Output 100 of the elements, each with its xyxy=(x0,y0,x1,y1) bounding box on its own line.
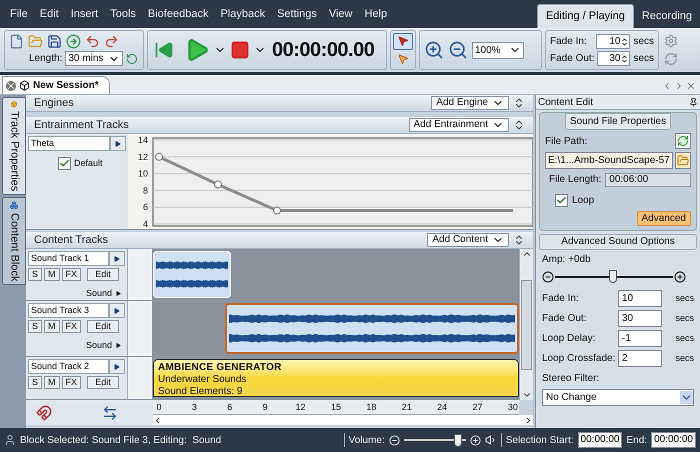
track-button[interactable]: FX xyxy=(62,320,82,333)
menu-item[interactable]: Help xyxy=(358,6,394,22)
track-button[interactable]: S xyxy=(28,376,42,389)
triangle-icon xyxy=(114,364,120,370)
scroll-left-icon[interactable] xyxy=(153,416,162,424)
zoom-in-icon[interactable] xyxy=(424,40,444,60)
slider-thumb[interactable] xyxy=(609,270,618,283)
checkbox[interactable] xyxy=(58,157,71,170)
track-button[interactable]: M xyxy=(44,320,60,333)
stereo-filter-dropdown[interactable]: No Change xyxy=(542,389,694,406)
arrows-icon[interactable] xyxy=(102,404,118,420)
section-title: Content Tracks xyxy=(34,232,108,248)
time-display: 00:00:00.00 xyxy=(272,38,374,63)
new-file-icon[interactable] xyxy=(9,34,24,49)
number-field[interactable]: 10 xyxy=(618,290,662,307)
horizontal-scrollbar[interactable] xyxy=(153,415,533,425)
spin-field[interactable]: 10 xyxy=(596,34,630,49)
spinner-icon xyxy=(620,36,630,48)
checkbox[interactable] xyxy=(555,194,568,207)
scrollbar-thumb[interactable] xyxy=(521,280,532,370)
axis-label: 14 xyxy=(138,135,148,145)
track-name-field[interactable]: Sound Track 2 xyxy=(28,359,109,374)
mode-tab[interactable]: Recording xyxy=(634,4,700,28)
track-button[interactable]: FX xyxy=(62,376,82,389)
file-length-field: 00:06:00 xyxy=(605,172,691,186)
menu-item[interactable]: Edit xyxy=(34,6,65,22)
minus-icon[interactable] xyxy=(542,270,554,282)
number-field[interactable]: -1 xyxy=(618,330,662,347)
number-field[interactable]: 30 xyxy=(618,310,662,327)
triangle-icon xyxy=(116,343,121,348)
menu-item[interactable]: File xyxy=(4,6,34,22)
track-name-field[interactable]: Theta xyxy=(28,136,110,151)
file-path-field[interactable]: E:\1...Amb-SoundScape-57 xyxy=(545,152,673,169)
envelope-point[interactable] xyxy=(273,206,281,215)
spin-field[interactable]: 30 xyxy=(597,51,630,66)
menu-item[interactable]: Tools xyxy=(104,6,142,22)
close-icon[interactable] xyxy=(686,81,696,91)
speaker-icon[interactable] xyxy=(484,434,497,446)
track-name-field[interactable]: Sound Track 1 xyxy=(28,251,109,266)
time-field[interactable]: 00:00:00 xyxy=(578,432,622,448)
length-dropdown[interactable]: 30 mins xyxy=(65,51,124,66)
undo-icon[interactable] xyxy=(85,34,100,49)
refresh-icon[interactable] xyxy=(675,133,691,149)
generator-block[interactable]: AMBIENCE GENERATOR Underwater Sounds Sound Elements: 9 xyxy=(153,359,519,397)
close-icon[interactable] xyxy=(6,80,16,90)
vertical-scrollbar[interactable] xyxy=(519,249,533,400)
track-button[interactable]: Edit xyxy=(87,376,120,389)
track-button[interactable]: S xyxy=(28,268,42,281)
menu-item[interactable]: Biofeedback xyxy=(142,6,214,22)
redo-icon[interactable] xyxy=(104,34,119,49)
add-dropdown[interactable]: Add Entrainment xyxy=(408,118,509,132)
slider-thumb[interactable] xyxy=(454,434,462,446)
magnet-icon[interactable] xyxy=(36,404,52,420)
envelope-point[interactable] xyxy=(214,180,222,189)
user-icon xyxy=(4,434,16,446)
track-button[interactable]: Edit xyxy=(87,320,120,333)
mode-tab[interactable]: Editing / Playing xyxy=(536,4,634,28)
menu-item[interactable]: View xyxy=(322,6,358,22)
side-tab[interactable]: Track Properties xyxy=(2,97,26,195)
document-tab[interactable]: New Session* xyxy=(2,76,110,94)
side-tab[interactable]: Content Block xyxy=(2,197,26,285)
number-field[interactable]: 2 xyxy=(618,350,662,367)
track-button[interactable]: Edit xyxy=(87,268,120,281)
plus-icon[interactable] xyxy=(674,270,686,282)
stop-icon[interactable] xyxy=(230,40,250,60)
pointer-icon xyxy=(397,35,409,47)
envelope-point[interactable] xyxy=(155,152,163,161)
track-button[interactable]: M xyxy=(44,376,60,389)
time-field[interactable]: 00:00:00 xyxy=(651,432,696,448)
ruler-label: 18 xyxy=(365,401,378,414)
open-folder-icon[interactable] xyxy=(674,152,691,169)
scroll-right-icon[interactable] xyxy=(524,416,533,424)
group-title: Sound File Properties xyxy=(564,113,672,130)
skip-to-start-icon[interactable] xyxy=(154,40,174,60)
zoom-out-icon[interactable] xyxy=(448,40,468,60)
advanced-button[interactable]: Advanced xyxy=(636,211,691,226)
unit-label: secs xyxy=(675,352,694,365)
axis-label: 12 xyxy=(138,152,148,162)
track-button[interactable]: S xyxy=(28,320,42,333)
pointer-tool-button[interactable] xyxy=(393,32,413,50)
save-icon[interactable] xyxy=(47,34,62,49)
audio-block[interactable] xyxy=(225,303,519,354)
menu-item[interactable]: Settings xyxy=(271,6,323,22)
add-dropdown[interactable]: Add Engine xyxy=(431,96,509,110)
add-dropdown[interactable]: Add Content xyxy=(427,233,509,247)
menu-item[interactable]: Insert xyxy=(64,6,104,22)
status-message: Block Selected: Sound File 3, Editing: Sound xyxy=(20,434,222,448)
axis-label: 6 xyxy=(142,202,148,212)
track-button[interactable]: M xyxy=(44,268,60,281)
field-label: Fade Out: xyxy=(542,312,588,326)
pin-icon[interactable] xyxy=(689,98,698,106)
track-button[interactable]: FX xyxy=(62,268,82,281)
menu-item[interactable]: Playback xyxy=(214,6,272,22)
ruler-label: 21 xyxy=(400,401,413,414)
triangle-icon xyxy=(115,140,121,146)
arrow-circle-icon[interactable] xyxy=(66,34,81,49)
track-name-field[interactable]: Sound Track 3 xyxy=(28,303,109,318)
reset-icon[interactable] xyxy=(126,52,138,64)
axis-label: 4 xyxy=(142,219,148,229)
zoom-dropdown[interactable]: 100% xyxy=(472,42,524,58)
